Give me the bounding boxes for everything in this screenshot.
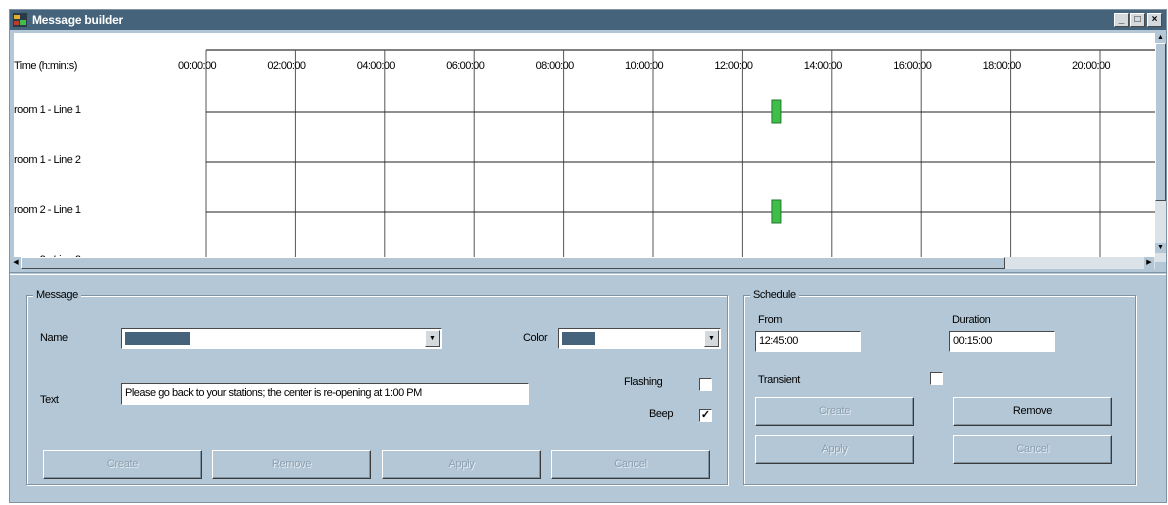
time-tick-label: 00:00:00: [178, 60, 217, 72]
vertical-scroll-thumb[interactable]: [1155, 43, 1166, 201]
chevron-down-icon[interactable]: ▼: [704, 330, 719, 347]
transient-checkbox[interactable]: [930, 372, 943, 385]
time-tick-label: 20:00:00: [1072, 60, 1111, 72]
vertical-scrollbar[interactable]: ▲ ▼: [1155, 33, 1166, 262]
duration-value: 00:15:00: [953, 335, 992, 347]
time-tick-label: 16:00:00: [893, 60, 932, 72]
transient-label: Transient: [758, 374, 800, 386]
title-bar[interactable]: Message builder _ □ ×: [10, 10, 1166, 30]
scheduled-message-marker[interactable]: [771, 99, 782, 124]
schedule-remove-button[interactable]: Remove: [953, 397, 1112, 426]
from-input[interactable]: 12:45:00: [755, 331, 861, 352]
schedule-group: Schedule From 12:45:00 Duration 00:15:00…: [743, 289, 1136, 485]
duration-input[interactable]: 00:15:00: [949, 331, 1055, 352]
row-label: room 1 - Line 1: [14, 104, 81, 116]
message-cancel-button[interactable]: Cancel: [551, 450, 710, 479]
schedule-cancel-button[interactable]: Cancel: [953, 435, 1112, 464]
name-combobox[interactable]: Back to work ▼: [121, 328, 442, 349]
scroll-down-arrow-icon[interactable]: ▼: [1155, 243, 1166, 253]
message-apply-button[interactable]: Apply: [382, 450, 541, 479]
scroll-right-arrow-icon[interactable]: ▶: [1144, 257, 1154, 269]
row-label: room 1 - Line 2: [14, 154, 81, 166]
scroll-up-arrow-icon[interactable]: ▲: [1155, 33, 1166, 43]
time-tick-label: 10:00:00: [625, 60, 664, 72]
minimize-button[interactable]: _: [1114, 13, 1129, 27]
flashing-label: Flashing: [624, 376, 663, 388]
time-tick-label: 18:00:00: [982, 60, 1022, 72]
beep-checkbox[interactable]: ✓: [699, 409, 712, 422]
name-label: Name: [40, 332, 68, 344]
message-create-button[interactable]: Create: [43, 450, 202, 479]
text-input[interactable]: Please go back to your stations; the cen…: [121, 383, 529, 405]
horizontal-scroll-thumb[interactable]: [21, 257, 1005, 269]
horizontal-scrollbar[interactable]: ◀ ▶: [11, 257, 1155, 269]
scheduled-message-marker[interactable]: [771, 199, 782, 224]
color-combobox[interactable]: Green ▼: [558, 328, 721, 349]
time-tick-label: 04:00:00: [356, 60, 396, 72]
text-value: Please go back to your stations; the cen…: [125, 387, 422, 399]
timeline-panel[interactable]: Time (h:min:s) 00:00:00 02:00:00 04:00:00 0…: [14, 33, 1155, 257]
from-value: 12:45:00: [759, 335, 798, 347]
message-remove-button[interactable]: Remove: [212, 450, 371, 479]
scroll-left-arrow-icon[interactable]: ◀: [11, 257, 21, 269]
close-button[interactable]: ×: [1147, 13, 1162, 27]
app-icon: [13, 13, 27, 27]
flashing-checkbox[interactable]: [699, 378, 712, 391]
duration-label: Duration: [952, 314, 991, 326]
schedule-create-button[interactable]: Create: [755, 397, 914, 426]
schedule-apply-button[interactable]: Apply: [755, 435, 914, 464]
from-label: From: [758, 314, 783, 326]
time-tick-label: 06:00:00: [446, 60, 485, 72]
color-selected-value: Green: [562, 332, 595, 345]
time-tick-label: 02:00:00: [267, 60, 306, 72]
panel-splitter[interactable]: [10, 272, 1166, 275]
window-title: Message builder: [32, 13, 124, 27]
maximize-button[interactable]: □: [1130, 13, 1145, 27]
text-label: Text: [40, 394, 59, 406]
message-group: Message Name Back to work ▼ Color Green …: [26, 289, 728, 485]
time-header-label: Time (h:min:s): [14, 60, 77, 72]
message-group-title: Message: [33, 289, 81, 301]
chevron-down-icon[interactable]: ▼: [425, 330, 440, 347]
time-tick-label: 08:00:00: [535, 60, 575, 72]
name-selected-value: Back to work: [125, 332, 190, 345]
time-tick-label: 12:00:00: [714, 60, 753, 72]
row-label: room 2 - Line 1: [14, 204, 81, 216]
color-label: Color: [523, 332, 548, 344]
schedule-group-title: Schedule: [750, 289, 799, 301]
time-tick-label: 14:00:00: [803, 60, 843, 72]
beep-label: Beep: [649, 408, 674, 420]
message-builder-window: Message builder _ □ × Time (h:min:s) 00:…: [9, 9, 1167, 503]
